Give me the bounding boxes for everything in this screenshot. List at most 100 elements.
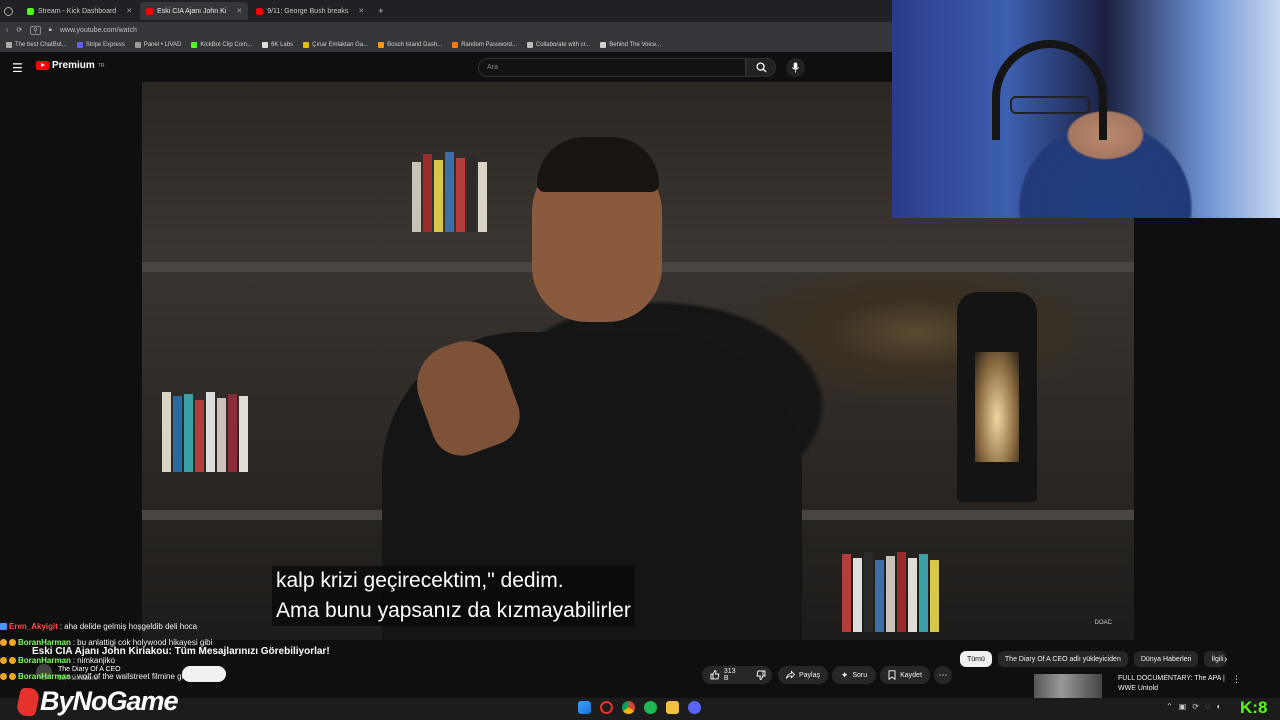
youtube-play-icon [36, 61, 49, 70]
tab-youtube-cia[interactable]: Eski CIA Ajanı John Ki ✕ [140, 2, 249, 20]
bookmark-icon [600, 42, 607, 48]
voice-search-button[interactable] [786, 58, 805, 77]
like-button[interactable]: 313 B [702, 666, 750, 684]
spotify-icon[interactable] [644, 701, 657, 714]
chat-badge-icon [0, 656, 7, 664]
chip-all[interactable]: Tümü [960, 651, 992, 667]
bookmark-icon [6, 42, 12, 48]
bookmark-item[interactable]: Stripe Express [76, 42, 125, 48]
browser-menu-icon[interactable] [4, 6, 13, 16]
reload-icon[interactable]: ⟳ [16, 26, 22, 34]
bookmark-save-icon [888, 670, 896, 680]
bookmark-icon [191, 42, 198, 48]
close-icon[interactable]: ✕ [126, 7, 132, 15]
bookmark-item[interactable]: 6K Labs [262, 42, 293, 48]
bynogame-logo: ByNoGame [15, 686, 179, 717]
wifi-icon[interactable]: ◌ [1205, 702, 1210, 711]
chat-message: Eren_Akyigit : aha delide gelmiş hoşgeld… [0, 618, 360, 634]
bynogame-mark-icon [15, 687, 41, 716]
close-icon[interactable]: ✕ [236, 7, 242, 15]
close-icon[interactable]: ✕ [358, 7, 364, 15]
kick-logo: K:8 [1240, 698, 1268, 717]
share-label: Paylaş [798, 671, 820, 679]
chat-text: bu anlattigi cok holywood hikayesi gibi [77, 637, 213, 647]
logo-text: Premium [52, 60, 95, 71]
bookmark-label: Random Password... [461, 42, 517, 48]
recommended-video-title[interactable]: FULL DOCUMENTARY: The APA | WWE Untold [1118, 674, 1228, 694]
site-info-icon[interactable]: ⚲ [30, 25, 41, 35]
search-button[interactable] [746, 58, 776, 77]
like-count: 313 B [723, 668, 736, 682]
microphone-icon [791, 62, 800, 73]
streamer-webcam [892, 0, 1280, 218]
glasses-decor [1010, 96, 1090, 114]
bookmark-item[interactable]: Behind The Voice... [600, 42, 661, 48]
chevron-up-icon[interactable]: ⌃ [1166, 702, 1173, 711]
chat-username: BoranHarman [18, 655, 71, 665]
channel-watermark[interactable]: DOAC [1095, 620, 1112, 626]
chip-from-uploader[interactable]: The Diary Of A CEO adlı yükleyiciden [997, 651, 1128, 667]
bookmark-item[interactable]: Çınar Emlaktan Ga... [303, 42, 368, 48]
books-decor [162, 392, 248, 472]
chat-text: nimkanjiko [77, 655, 115, 665]
chat-text: wolf of the wallstreet filmine gibi aq [77, 671, 201, 681]
chat-message: BoranHarman : wolf of the wallstreet fil… [0, 668, 360, 684]
bookmark-item[interactable]: KickBot Clip Com... [191, 42, 252, 48]
chevron-right-icon[interactable]: › [1224, 654, 1227, 665]
new-tab-button[interactable]: + [372, 6, 389, 16]
bookmark-label: Bosch Island Dash... [387, 42, 443, 48]
search-icon [755, 62, 767, 73]
bookmark-label: Behind The Voice... [609, 42, 662, 48]
recommended-video-thumbnail[interactable] [1034, 674, 1102, 698]
network-icon[interactable]: ▣ [1179, 702, 1187, 711]
more-vertical-icon[interactable]: ⋮ [1232, 674, 1241, 685]
tab-kick-dashboard[interactable]: Stream - Kick Dashboard ✕ [21, 2, 138, 20]
chat-badge-icon [9, 656, 16, 664]
save-button[interactable]: Kaydet [880, 666, 930, 684]
dislike-button[interactable] [750, 666, 772, 684]
volume-icon[interactable]: ◖ [1216, 702, 1221, 711]
chat-message: BoranHarman : nimkanjiko [0, 652, 360, 668]
bookmark-item[interactable]: Bosch Island Dash... [378, 42, 442, 48]
discord-icon[interactable] [688, 701, 701, 714]
back-icon[interactable]: ‹ [6, 27, 8, 34]
opera-gx-icon[interactable] [600, 701, 613, 714]
brand-name: ByNoGame [40, 686, 179, 716]
chat-username: BoranHarman [18, 637, 71, 647]
ask-button[interactable]: ✦ Soru [832, 666, 876, 684]
chat-separator: : [72, 671, 76, 681]
bookmark-item[interactable]: Random Password... [452, 42, 517, 48]
more-actions-button[interactable]: ⋯ [934, 666, 952, 684]
bookmark-icon [134, 42, 141, 48]
bookmark-item[interactable]: Panel • LIVAD [134, 42, 181, 48]
youtube-premium-logo[interactable]: Premium TR [36, 60, 104, 71]
tab-label: 9/11: George Bush breaks [267, 7, 349, 15]
refresh-icon[interactable]: ⟳ [1192, 702, 1199, 711]
more-horizontal-icon: ⋯ [938, 669, 948, 680]
search-input[interactable]: Ara [478, 58, 746, 77]
tab-youtube-bush[interactable]: 9/11: George Bush breaks ✕ [250, 2, 370, 20]
tab-label: Eski CIA Ajanı John Ki [157, 7, 227, 15]
windows-start-icon[interactable] [578, 701, 591, 714]
books-decor [412, 152, 487, 232]
bookmark-icon [76, 42, 83, 48]
youtube-header: ☰ Premium TR Ara [0, 52, 892, 82]
bookmark-label: Stripe Express [85, 42, 125, 48]
lantern-decor [957, 292, 1037, 502]
stream-chat-overlay: Eren_Akyigit : aha delide gelmiş hoşgeld… [0, 618, 360, 688]
bookmark-item[interactable]: The best ChatBot... [6, 42, 67, 48]
chat-badge-icon [0, 638, 7, 646]
save-label: Kaydet [900, 671, 922, 679]
chip-world-news[interactable]: Dünya Haberleri [1133, 651, 1199, 667]
bookmark-item[interactable]: Collaborate with cr... [526, 42, 590, 48]
file-explorer-icon[interactable] [666, 701, 679, 714]
hamburger-menu-icon[interactable]: ☰ [12, 61, 23, 75]
share-button[interactable]: Paylaş [778, 666, 828, 684]
bookmark-label: The best ChatBot... [15, 42, 67, 48]
speaker-hair [537, 137, 659, 192]
chat-separator: : [72, 655, 76, 665]
url-input[interactable]: www.youtube.com/watch [60, 27, 137, 34]
ask-label: Soru [852, 671, 868, 679]
chrome-icon[interactable] [622, 701, 635, 714]
bookmark-icon [262, 42, 269, 48]
